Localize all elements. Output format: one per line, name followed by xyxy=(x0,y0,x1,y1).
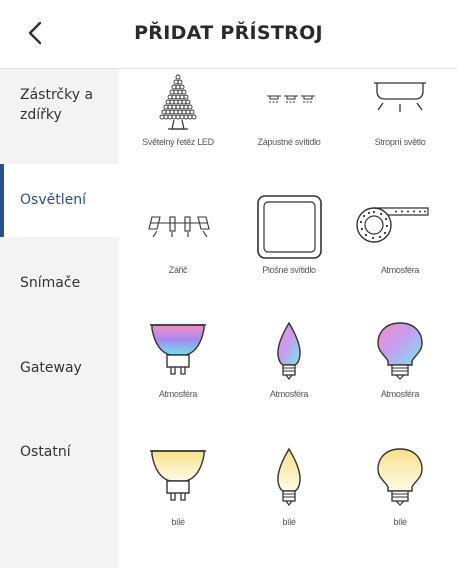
device-tile[interactable]: Zářič xyxy=(122,193,234,317)
ceiling-light-icon xyxy=(374,82,426,112)
device-tile[interactable]: Atmosféra xyxy=(344,193,456,317)
candle-color-bulb-icon xyxy=(277,321,301,380)
sidebar-item-lighting[interactable]: Osvětlení xyxy=(0,164,119,237)
recessed-lights-icon xyxy=(267,95,315,103)
device-tile[interactable]: bílé xyxy=(344,441,456,565)
category-sidebar: Zástrčky a zdířky Osvětlení Snímače Gate… xyxy=(0,69,119,568)
sidebar-item-gateway[interactable]: Gateway xyxy=(0,327,119,412)
sidebar-item-label: Osvětlení xyxy=(20,192,86,208)
sidebar-item-label: Snímače xyxy=(20,275,81,291)
device-label: Atmosféra xyxy=(380,389,420,399)
panel-light-icon xyxy=(257,195,322,259)
page-title: PŘIDAT PŘÍSTROJ xyxy=(134,22,323,44)
spotlight-bar-icon xyxy=(148,216,210,238)
device-label: Zářič xyxy=(168,265,188,275)
device-label: Atmosféra xyxy=(158,389,198,399)
led-string-tree-icon xyxy=(159,74,197,130)
device-tile[interactable]: Stropní světlo xyxy=(344,69,456,193)
device-tile[interactable]: Atmosféra xyxy=(122,317,234,441)
gu10-white-bulb-icon xyxy=(150,450,206,501)
classic-white-bulb-icon xyxy=(377,448,423,506)
device-label: Stropní světlo xyxy=(374,137,426,147)
device-label: Atmosféra xyxy=(380,265,420,275)
device-tile[interactable]: Plošné svítidlo xyxy=(233,193,345,317)
device-tile[interactable]: bílé xyxy=(233,441,345,565)
candle-white-bulb-icon xyxy=(277,447,301,506)
device-label: Plošné svítidlo xyxy=(262,265,316,275)
gu10-color-bulb-icon xyxy=(150,324,206,375)
sidebar-item-label: Zástrčky a zdířky xyxy=(20,87,94,123)
device-label: bílé xyxy=(171,517,185,527)
classic-color-bulb-icon xyxy=(377,322,423,380)
device-grid: Světelný řetěz LED Zápustné svítidlo Str… xyxy=(119,69,457,568)
device-label: Zápustné svítidlo xyxy=(257,137,321,147)
sidebar-item-sensors[interactable]: Snímače xyxy=(0,237,119,327)
device-tile[interactable]: bílé xyxy=(122,441,234,565)
device-tile[interactable]: Světelný řetěz LED xyxy=(122,69,234,193)
device-label: bílé xyxy=(282,517,296,527)
sidebar-item-sockets[interactable]: Zástrčky a zdířky xyxy=(0,69,119,164)
sidebar-item-label: Ostatní xyxy=(20,444,71,460)
led-strip-reel-icon xyxy=(356,207,429,243)
device-label: Světelný řetěz LED xyxy=(142,137,214,147)
sidebar-item-other[interactable]: Ostatní xyxy=(0,412,119,492)
device-label: Atmosféra xyxy=(269,389,309,399)
header-bar: PŘIDAT PŘÍSTROJ xyxy=(0,0,457,69)
device-tile[interactable]: Zápustné svítidlo xyxy=(233,69,345,193)
device-label: bílé xyxy=(393,517,407,527)
device-tile[interactable]: Atmosféra xyxy=(344,317,456,441)
sidebar-item-label: Gateway xyxy=(20,360,82,376)
active-indicator xyxy=(0,164,4,237)
device-tile[interactable]: Atmosféra xyxy=(233,317,345,441)
